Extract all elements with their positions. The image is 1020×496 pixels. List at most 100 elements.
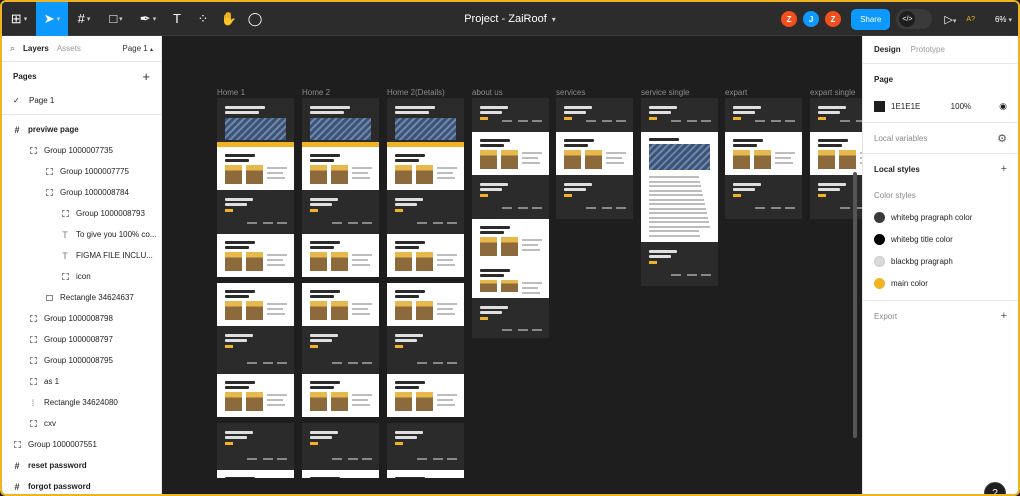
main-menu-button[interactable]: ⊞ ▾	[2, 2, 36, 36]
avatar[interactable]: J	[803, 11, 820, 27]
layer-item[interactable]: icon	[2, 266, 161, 287]
page-frame[interactable]	[725, 98, 802, 228]
frame-label[interactable]: Home 1	[217, 88, 245, 97]
ai-button[interactable]: A?	[966, 16, 975, 23]
add-page-icon[interactable]: +	[142, 69, 150, 84]
frame-block	[395, 436, 417, 439]
eye-icon[interactable]: ◉	[999, 101, 1007, 112]
project-title[interactable]: Project - ZaiRoof	[464, 13, 547, 25]
frame-block	[395, 209, 403, 212]
layer-item[interactable]: Group 1000008797	[2, 329, 161, 350]
frame-block	[501, 150, 518, 169]
comment-tool-button[interactable]: ◯	[242, 2, 268, 36]
color-style-item[interactable]: whitebg title color	[874, 228, 1007, 250]
layer-item[interactable]: # reset password	[2, 455, 161, 476]
layer-item[interactable]: Group 1000008793	[2, 203, 161, 224]
layer-item[interactable]: Group 1000008798	[2, 308, 161, 329]
frame-block	[267, 303, 287, 305]
resources-tool-button[interactable]: ⁘	[190, 2, 216, 36]
layer-label: cxv	[44, 419, 56, 428]
pen-tool-button[interactable]: ✒ ▾	[132, 2, 164, 36]
layer-item[interactable]: Group 1000008784	[2, 182, 161, 203]
page-frame[interactable]	[556, 98, 633, 238]
frame-label[interactable]: expart single	[810, 88, 855, 97]
layer-item[interactable]: # previwe page	[2, 119, 161, 140]
dev-mode-toggle[interactable]: </>	[896, 9, 933, 29]
page-color-row[interactable]: 1E1E1E 100% ◉	[874, 94, 1007, 118]
layer-item[interactable]: Group 1000008795	[2, 350, 161, 371]
variables-icon[interactable]: ⚙	[997, 132, 1007, 145]
frame-tool-button[interactable]: # ▾	[68, 2, 100, 36]
share-button[interactable]: Share	[851, 8, 891, 30]
layer-item[interactable]: T FIGMA FILE INCLU...	[2, 245, 161, 266]
frame-label[interactable]: service single	[641, 88, 689, 97]
page-item[interactable]: ✓ Page 1	[2, 90, 161, 110]
add-export-icon[interactable]: +	[1001, 310, 1007, 322]
frame-block	[602, 207, 612, 209]
avatar[interactable]: Z	[825, 11, 842, 27]
frame-label[interactable]: expart	[725, 88, 747, 97]
layer-item[interactable]: ⁞ Rectangle 34624080	[2, 392, 161, 413]
frame-block	[480, 231, 504, 234]
frame-block	[225, 203, 247, 206]
frame-block	[417, 362, 427, 364]
page-color-value[interactable]: 1E1E1E	[891, 102, 920, 111]
frame-block	[649, 176, 699, 178]
frame-label[interactable]: Home 2	[302, 88, 330, 97]
frame-block	[267, 399, 283, 401]
frame-block	[352, 254, 372, 256]
move-tool-button[interactable]: ➤ ▾	[36, 2, 68, 36]
local-variables-row[interactable]: Local variables ⚙	[874, 123, 1007, 153]
color-style-label: blackbg pragraph	[891, 256, 953, 266]
avatar[interactable]: Z	[781, 11, 798, 27]
page-frame[interactable]	[472, 98, 549, 338]
page-color-swatch[interactable]	[874, 100, 885, 112]
canvas-scrollbar[interactable]	[853, 172, 857, 438]
rectangle-icon: □	[109, 11, 118, 26]
page-opacity[interactable]: 100%	[951, 102, 971, 111]
frame-block	[522, 162, 540, 164]
layer-item[interactable]: Group 1000007775	[2, 161, 161, 182]
color-style-item[interactable]: blackbg pragraph	[874, 250, 1007, 272]
page-selector[interactable]: Page 1 ▴	[122, 44, 153, 53]
frame-block	[649, 221, 709, 223]
frame-label[interactable]: about us	[472, 88, 503, 97]
tab-prototype[interactable]: Prototype	[911, 45, 945, 54]
frame-block	[387, 326, 464, 374]
figma-window: ⊞ ▾ ➤ ▾ # ▾ □ ▾ ✒ ▾ T ⁘ ✋ ◯ Project - ZaiRoof…	[0, 0, 1020, 496]
frame-block	[649, 117, 657, 120]
layer-item[interactable]: Rectangle 34624637	[2, 287, 161, 308]
frame-label[interactable]: Home 2(Details)	[387, 88, 445, 97]
frame-block	[310, 252, 327, 271]
layer-label: Group 1000007735	[44, 146, 113, 155]
canvas[interactable]: Home 1 Home 2 Home 2(Details) about us servi…	[162, 36, 862, 494]
layer-item[interactable]: Group 1000007735	[2, 140, 161, 161]
layer-item[interactable]: T To give you 100% co...	[2, 224, 161, 245]
shape-tool-button[interactable]: □ ▾	[100, 2, 132, 36]
chevron-down-icon[interactable]: ▾	[552, 15, 556, 24]
color-style-item[interactable]: whitebg pragraph color	[874, 206, 1007, 228]
text-tool-button[interactable]: T	[164, 2, 190, 36]
page-frame[interactable]	[641, 98, 718, 288]
layer-item[interactable]: cxv	[2, 413, 161, 434]
frame-block	[818, 117, 826, 120]
tab-layers[interactable]: Layers	[23, 44, 49, 53]
frame-block	[733, 188, 755, 191]
hand-tool-button[interactable]: ✋	[216, 2, 242, 36]
present-button[interactable]: ▷▾	[944, 13, 956, 26]
color-style-item[interactable]: main color	[874, 272, 1007, 294]
tab-assets[interactable]: Assets	[57, 44, 81, 53]
page-frame[interactable]	[302, 98, 379, 478]
frame-block	[310, 386, 334, 389]
frame-block	[775, 162, 793, 164]
zoom-menu[interactable]: 6% ▾	[995, 15, 1012, 24]
page-frame[interactable]	[387, 98, 464, 478]
layer-item[interactable]: as 1	[2, 371, 161, 392]
tab-design[interactable]: Design	[874, 45, 901, 54]
layer-item[interactable]: Group 1000007551	[2, 434, 161, 455]
add-style-icon[interactable]: +	[1001, 163, 1007, 175]
search-icon[interactable]: ⌕	[10, 43, 15, 54]
page-frame[interactable]	[217, 98, 294, 478]
frame-label[interactable]: services	[556, 88, 585, 97]
layer-item[interactable]: # forgot password	[2, 476, 161, 494]
